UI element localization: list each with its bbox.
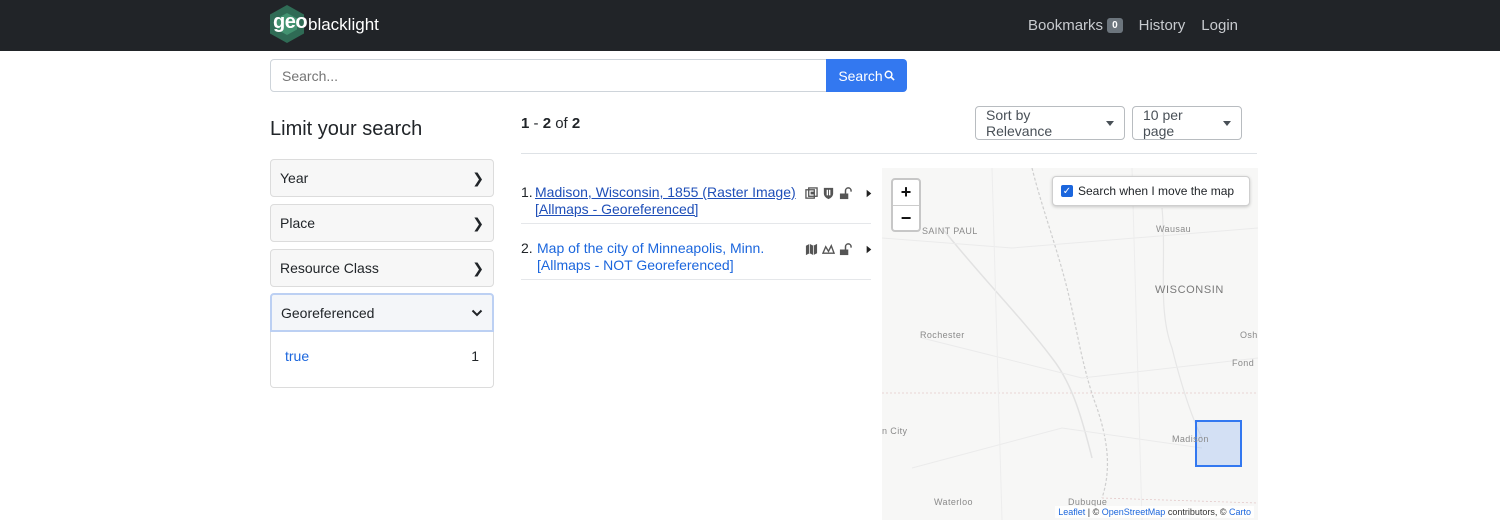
result-item: 1. Madison, Wisconsin, 1855 (Raster Imag… — [521, 184, 872, 220]
facet-resource-class[interactable]: Resource Class ❯ — [270, 249, 494, 287]
sort-dropdown[interactable]: Sort by Relevance — [975, 106, 1125, 140]
chevron-right-icon: ❯ — [472, 169, 484, 186]
divider — [521, 153, 1257, 154]
result-number: 1. — [521, 184, 533, 200]
search-input[interactable] — [270, 59, 827, 92]
results-count: 1 - 2 of 2 — [521, 115, 581, 132]
osm-link[interactable]: OpenStreetMap — [1102, 507, 1166, 517]
sort-label: Sort by Relevance — [986, 107, 1053, 139]
result-title-link[interactable]: Map of the city of Minneapolis, Minn. [A… — [537, 240, 807, 274]
search-when-move-label: Search when I move the map — [1078, 184, 1235, 198]
facet-georeferenced[interactable]: Georeferenced — [270, 293, 494, 332]
facet-label: Place — [280, 215, 316, 231]
map-label: Rochester — [920, 330, 965, 340]
expand-caret-icon[interactable] — [862, 187, 875, 200]
facet-label: Georeferenced — [281, 304, 375, 321]
map-label: Waterloo — [934, 497, 973, 507]
checkbox-checked-icon[interactable]: ✓ — [1061, 185, 1073, 197]
bookmarks-count-badge: 0 — [1107, 18, 1123, 33]
map-label: Osh — [1240, 330, 1258, 340]
divider — [521, 279, 871, 280]
search-button[interactable]: Search — [826, 59, 907, 92]
leaflet-link[interactable]: Leaflet — [1058, 507, 1085, 517]
search-button-label: Search — [838, 67, 883, 84]
chevron-down-icon — [471, 309, 483, 316]
history-link[interactable]: History — [1139, 17, 1186, 34]
result-number: 2. — [521, 240, 533, 256]
divider — [521, 223, 871, 224]
result-title-link[interactable]: Madison, Wisconsin, 1855 (Raster Image) … — [535, 184, 805, 218]
facet-label: Year — [280, 170, 309, 186]
institution-icon — [822, 244, 835, 254]
map-attribution: Leaflet | © OpenStreetMap contributors, … — [1055, 506, 1254, 518]
facet-value-true[interactable]: true — [285, 348, 309, 364]
chevron-right-icon: ❯ — [472, 214, 484, 231]
map-label: Wausau — [1156, 224, 1192, 234]
caret-down-icon — [1223, 120, 1231, 126]
map-tiles — [882, 168, 1258, 520]
nav-links: Bookmarks 0 History Login — [1012, 0, 1238, 51]
result-item: 2. Map of the city of Minneapolis, Minn.… — [521, 240, 872, 276]
institution-shield-icon — [823, 187, 834, 200]
unlock-icon — [839, 243, 852, 256]
result-icons — [805, 187, 875, 200]
search-when-move-toggle[interactable]: ✓ Search when I move the map — [1052, 176, 1250, 206]
map-label: SAINT PAUL — [922, 226, 978, 236]
result-icons — [805, 243, 875, 256]
bookmarks-link[interactable]: Bookmarks 0 — [1028, 17, 1123, 34]
caret-down-icon — [1106, 120, 1114, 126]
chevron-right-icon: ❯ — [472, 259, 484, 276]
expand-caret-icon[interactable] — [862, 243, 875, 256]
map-label: WISCONSIN — [1155, 284, 1224, 296]
facet-year[interactable]: Year ❯ — [270, 159, 494, 197]
limit-search-heading: Limit your search — [270, 118, 423, 140]
facet-place[interactable]: Place ❯ — [270, 204, 494, 242]
login-link[interactable]: Login — [1201, 17, 1238, 34]
facet-value-count: 1 — [471, 348, 479, 364]
carto-link[interactable]: Carto — [1229, 507, 1251, 517]
raster-image-icon — [805, 187, 818, 199]
navbar: geo blacklight Bookmarks 0 History Login — [0, 0, 1500, 51]
facet-label: Resource Class — [280, 260, 379, 276]
map-label: Madison — [1172, 434, 1209, 444]
map-viewer[interactable]: + − ✓ Search when I move the map SAINT P… — [882, 168, 1258, 520]
map-label: Fond — [1232, 358, 1255, 368]
bookmarks-label: Bookmarks — [1028, 17, 1104, 34]
zoom-control: + − — [891, 178, 921, 232]
map-label: n City — [882, 426, 908, 436]
unlock-icon — [839, 187, 852, 200]
per-page-dropdown[interactable]: 10 per page — [1132, 106, 1242, 140]
zoom-in-button[interactable]: + — [893, 180, 919, 205]
brand-name: blacklight — [308, 15, 379, 34]
zoom-out-button[interactable]: − — [893, 206, 919, 231]
map-icon — [805, 243, 818, 256]
facet-georeferenced-values: true 1 — [270, 332, 494, 388]
per-page-label: 10 per page — [1143, 107, 1183, 139]
search-icon — [884, 70, 895, 81]
brand-geo-text: geo — [273, 11, 308, 33]
brand-logo[interactable]: geo blacklight — [270, 4, 379, 44]
